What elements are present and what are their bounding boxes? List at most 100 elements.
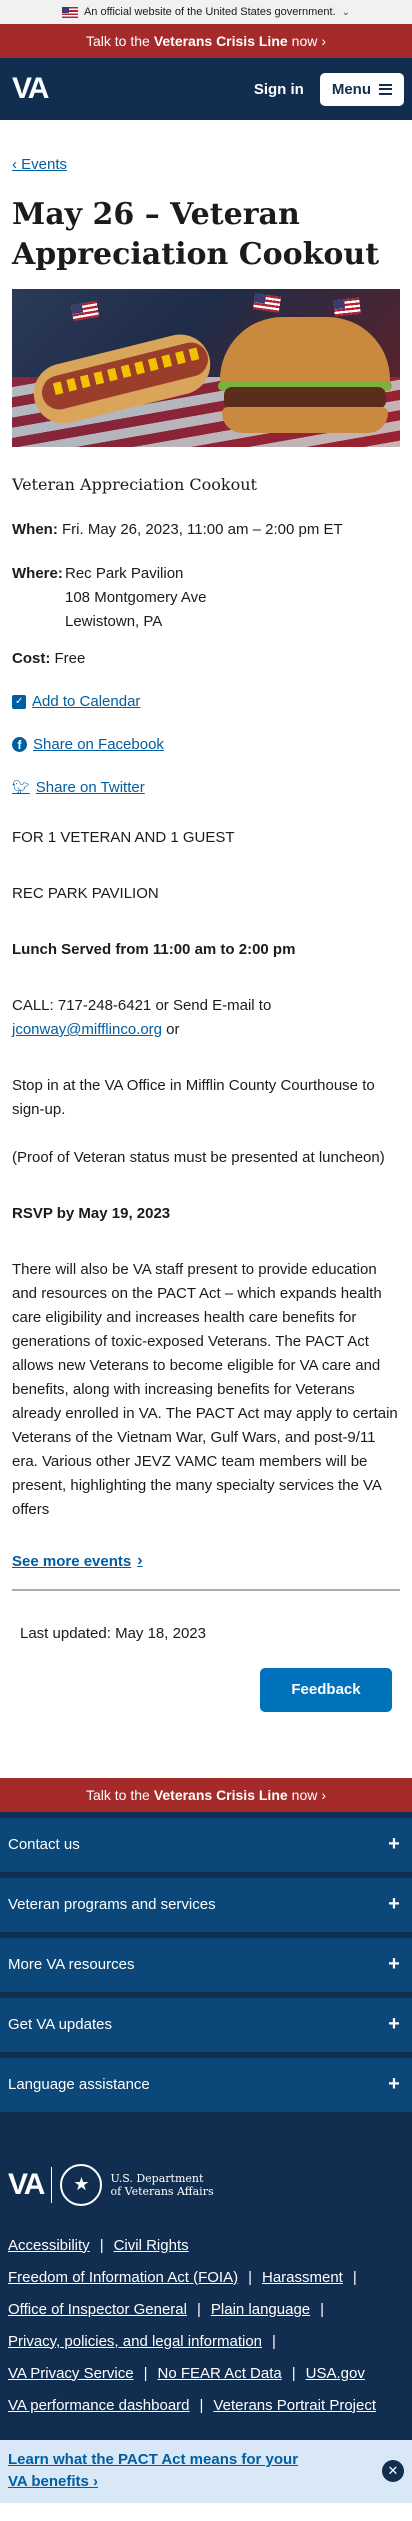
address-line: Lewistown, PA (65, 613, 163, 630)
crisis-line-name: Veterans Crisis Line (153, 1786, 288, 1803)
accordion-label: Get VA updates (8, 2016, 112, 2033)
accordion-language-assistance[interactable]: Language assistance + (0, 2057, 412, 2112)
address-line: Rec Park Pavilion (65, 565, 184, 582)
plus-icon: + (388, 1893, 400, 1915)
official-website-banner[interactable]: An official website of the United States… (0, 0, 412, 24)
divider (12, 1588, 400, 1591)
close-icon[interactable]: ✕ (382, 2460, 404, 2482)
va-logo[interactable]: VA (12, 72, 49, 106)
add-to-calendar-link[interactable]: Add to Calendar (12, 693, 400, 710)
event-image (12, 289, 400, 447)
chevron-right-icon: › (321, 33, 327, 49)
breadcrumb-events-link[interactable]: ‹ Events (12, 156, 67, 173)
accordion-contact-us[interactable]: Contact us + (0, 1817, 412, 1872)
rsvp-deadline: RSVP by May 19, 2023 (12, 1205, 171, 1222)
sign-in-button[interactable]: Sign in (254, 81, 304, 98)
department-name: U.S. Department of Veterans Affairs (110, 2172, 213, 2198)
event-where: Where: Rec Park Pavilion 108 Montgomery … (12, 562, 400, 634)
official-website-text: An official website of the United States… (83, 6, 336, 18)
no-fear-act-link[interactable]: No FEAR Act Data (158, 2365, 282, 2382)
accordion-label: Veteran programs and services (8, 1896, 216, 1913)
main-content: ‹ Events May 26 – Veteran Appreciation C… (0, 156, 412, 1712)
footer-link-row: Office of Inspector General | Plain langua… (8, 2300, 325, 2318)
contact-suffix: or (162, 1021, 180, 1038)
menu-label: Menu (331, 80, 371, 98)
crisis-prefix: Talk to the (85, 1786, 150, 1803)
hamburger-icon (379, 83, 392, 95)
where-address: Rec Park Pavilion 108 Montgomery Ave Lew… (65, 562, 206, 634)
email-link[interactable]: jconway@mifflinco.org (12, 1021, 162, 1038)
chevron-right-icon: › (137, 1552, 143, 1569)
site-header: VA Sign in Menu (0, 58, 412, 120)
accordion-more-resources[interactable]: More VA resources + (0, 1937, 412, 1992)
portrait-project-link[interactable]: Veterans Portrait Project (213, 2397, 376, 2414)
share-twitter-label: Share on Twitter (35, 779, 145, 796)
plus-icon: + (388, 2013, 400, 2035)
description-paragraph: REC PARK PAVILION (12, 885, 159, 902)
share-twitter-link[interactable]: 🐦︎ Share on Twitter (12, 779, 400, 796)
chevron-left-icon: ‹ (12, 156, 17, 173)
cost-label: Cost: (12, 650, 51, 667)
plain-language-link[interactable]: Plain language (211, 2301, 310, 2318)
accordion-get-updates[interactable]: Get VA updates + (0, 1997, 412, 2052)
plus-icon: + (388, 2073, 400, 2095)
description-paragraph: FOR 1 VETERAN AND 1 GUEST (12, 829, 235, 846)
harassment-link[interactable]: Harassment (262, 2269, 343, 2286)
department-line: U.S. Department (110, 2171, 204, 2185)
footer-accordion: Contact us + Veteran programs and service… (0, 1817, 412, 2112)
cost-value: Free (54, 650, 86, 667)
footer-link-row: Privacy, policies, and legal information… (8, 2332, 276, 2350)
see-more-label: See more events (12, 1552, 132, 1570)
event-when: When: Fri. May 26, 2023, 11:00 am – 2:00… (12, 518, 400, 542)
veterans-crisis-line-banner[interactable]: Talk to the Veterans Crisis Line now › (0, 24, 412, 58)
crisis-line-name: Veterans Crisis Line (153, 33, 288, 49)
description-paragraph: RSVP by May 19, 2023 (12, 1202, 400, 1226)
va-seal-icon: ★ (60, 2163, 103, 2206)
foia-link[interactable]: Freedom of Information Act (FOIA) (8, 2269, 238, 2286)
contact-text: CALL: 717-248-6421 or Send E-mail to (12, 997, 272, 1014)
footer-link-row: Accessibility | Civil Rights (8, 2236, 189, 2254)
breadcrumb: ‹ Events (12, 156, 400, 173)
crisis-prefix: Talk to the (85, 33, 150, 49)
facebook-icon: f (12, 737, 27, 752)
privacy-policies-link[interactable]: Privacy, policies, and legal information (8, 2333, 262, 2350)
performance-dashboard-link[interactable]: VA performance dashboard (8, 2397, 190, 2414)
inspector-general-link[interactable]: Office of Inspector General (8, 2301, 187, 2318)
pact-act-link[interactable]: Learn what the PACT Act means for your V… (8, 2449, 318, 2493)
footer-crisis-line-banner[interactable]: Talk to the Veterans Crisis Line now › (0, 1777, 412, 1812)
calendar-check-icon (12, 694, 26, 709)
page-title: May 26 – Veteran Appreciation Cookout (12, 197, 380, 272)
address-line: 108 Montgomery Ave (65, 589, 207, 606)
va-logo: VA (8, 2167, 45, 2201)
menu-button[interactable]: Menu (319, 72, 404, 106)
logo-divider (51, 2166, 53, 2203)
feedback-button[interactable]: Feedback (260, 1667, 392, 1712)
accordion-label: Language assistance (8, 2076, 150, 2093)
accordion-label: Contact us (8, 1836, 80, 1853)
footer-link-row: VA performance dashboard | Veterans Portra… (8, 2396, 376, 2414)
accordion-veteran-programs[interactable]: Veteran programs and services + (0, 1877, 412, 1932)
footer-logo[interactable]: VA ★ U.S. Department of Veterans Affairs (0, 2118, 412, 2206)
event-actions: Add to Calendar f Share on Facebook 🐦︎ S… (12, 693, 400, 796)
crisis-suffix: now (291, 33, 318, 49)
usa-gov-link[interactable]: USA.gov (306, 2365, 365, 2382)
chevron-right-icon: › (321, 1786, 327, 1803)
description-paragraph: (Proof of Veteran status must be present… (12, 1149, 385, 1166)
civil-rights-link[interactable]: Civil Rights (114, 2237, 189, 2254)
us-flag-icon (61, 6, 78, 18)
twitter-icon: 🐦︎ (12, 779, 30, 795)
department-line: of Veterans Affairs (110, 2184, 214, 2198)
privacy-service-link[interactable]: VA Privacy Service (8, 2365, 134, 2382)
share-facebook-link[interactable]: f Share on Facebook (12, 736, 400, 753)
description-paragraph: Lunch Served from 11:00 am to 2:00 pm (12, 938, 400, 962)
header-actions: Sign in Menu (254, 72, 404, 106)
accessibility-link[interactable]: Accessibility (8, 2237, 90, 2254)
feedback-container: Feedback (12, 1667, 400, 1712)
contact-paragraph: CALL: 717-248-6421 or Send E-mail to jco… (12, 994, 400, 1042)
breadcrumb-label: Events (21, 156, 68, 173)
footer-link-row: Freedom of Information Act (FOIA) | Harass… (8, 2268, 357, 2286)
see-more-events-link[interactable]: See more events › (12, 1552, 143, 1570)
event-cost: Cost: Free (12, 650, 400, 667)
when-value: Fri. May 26, 2023, 11:00 am – 2:00 pm ET (62, 521, 343, 538)
description-paragraph: There will also be VA staff present to p… (12, 1261, 398, 1518)
